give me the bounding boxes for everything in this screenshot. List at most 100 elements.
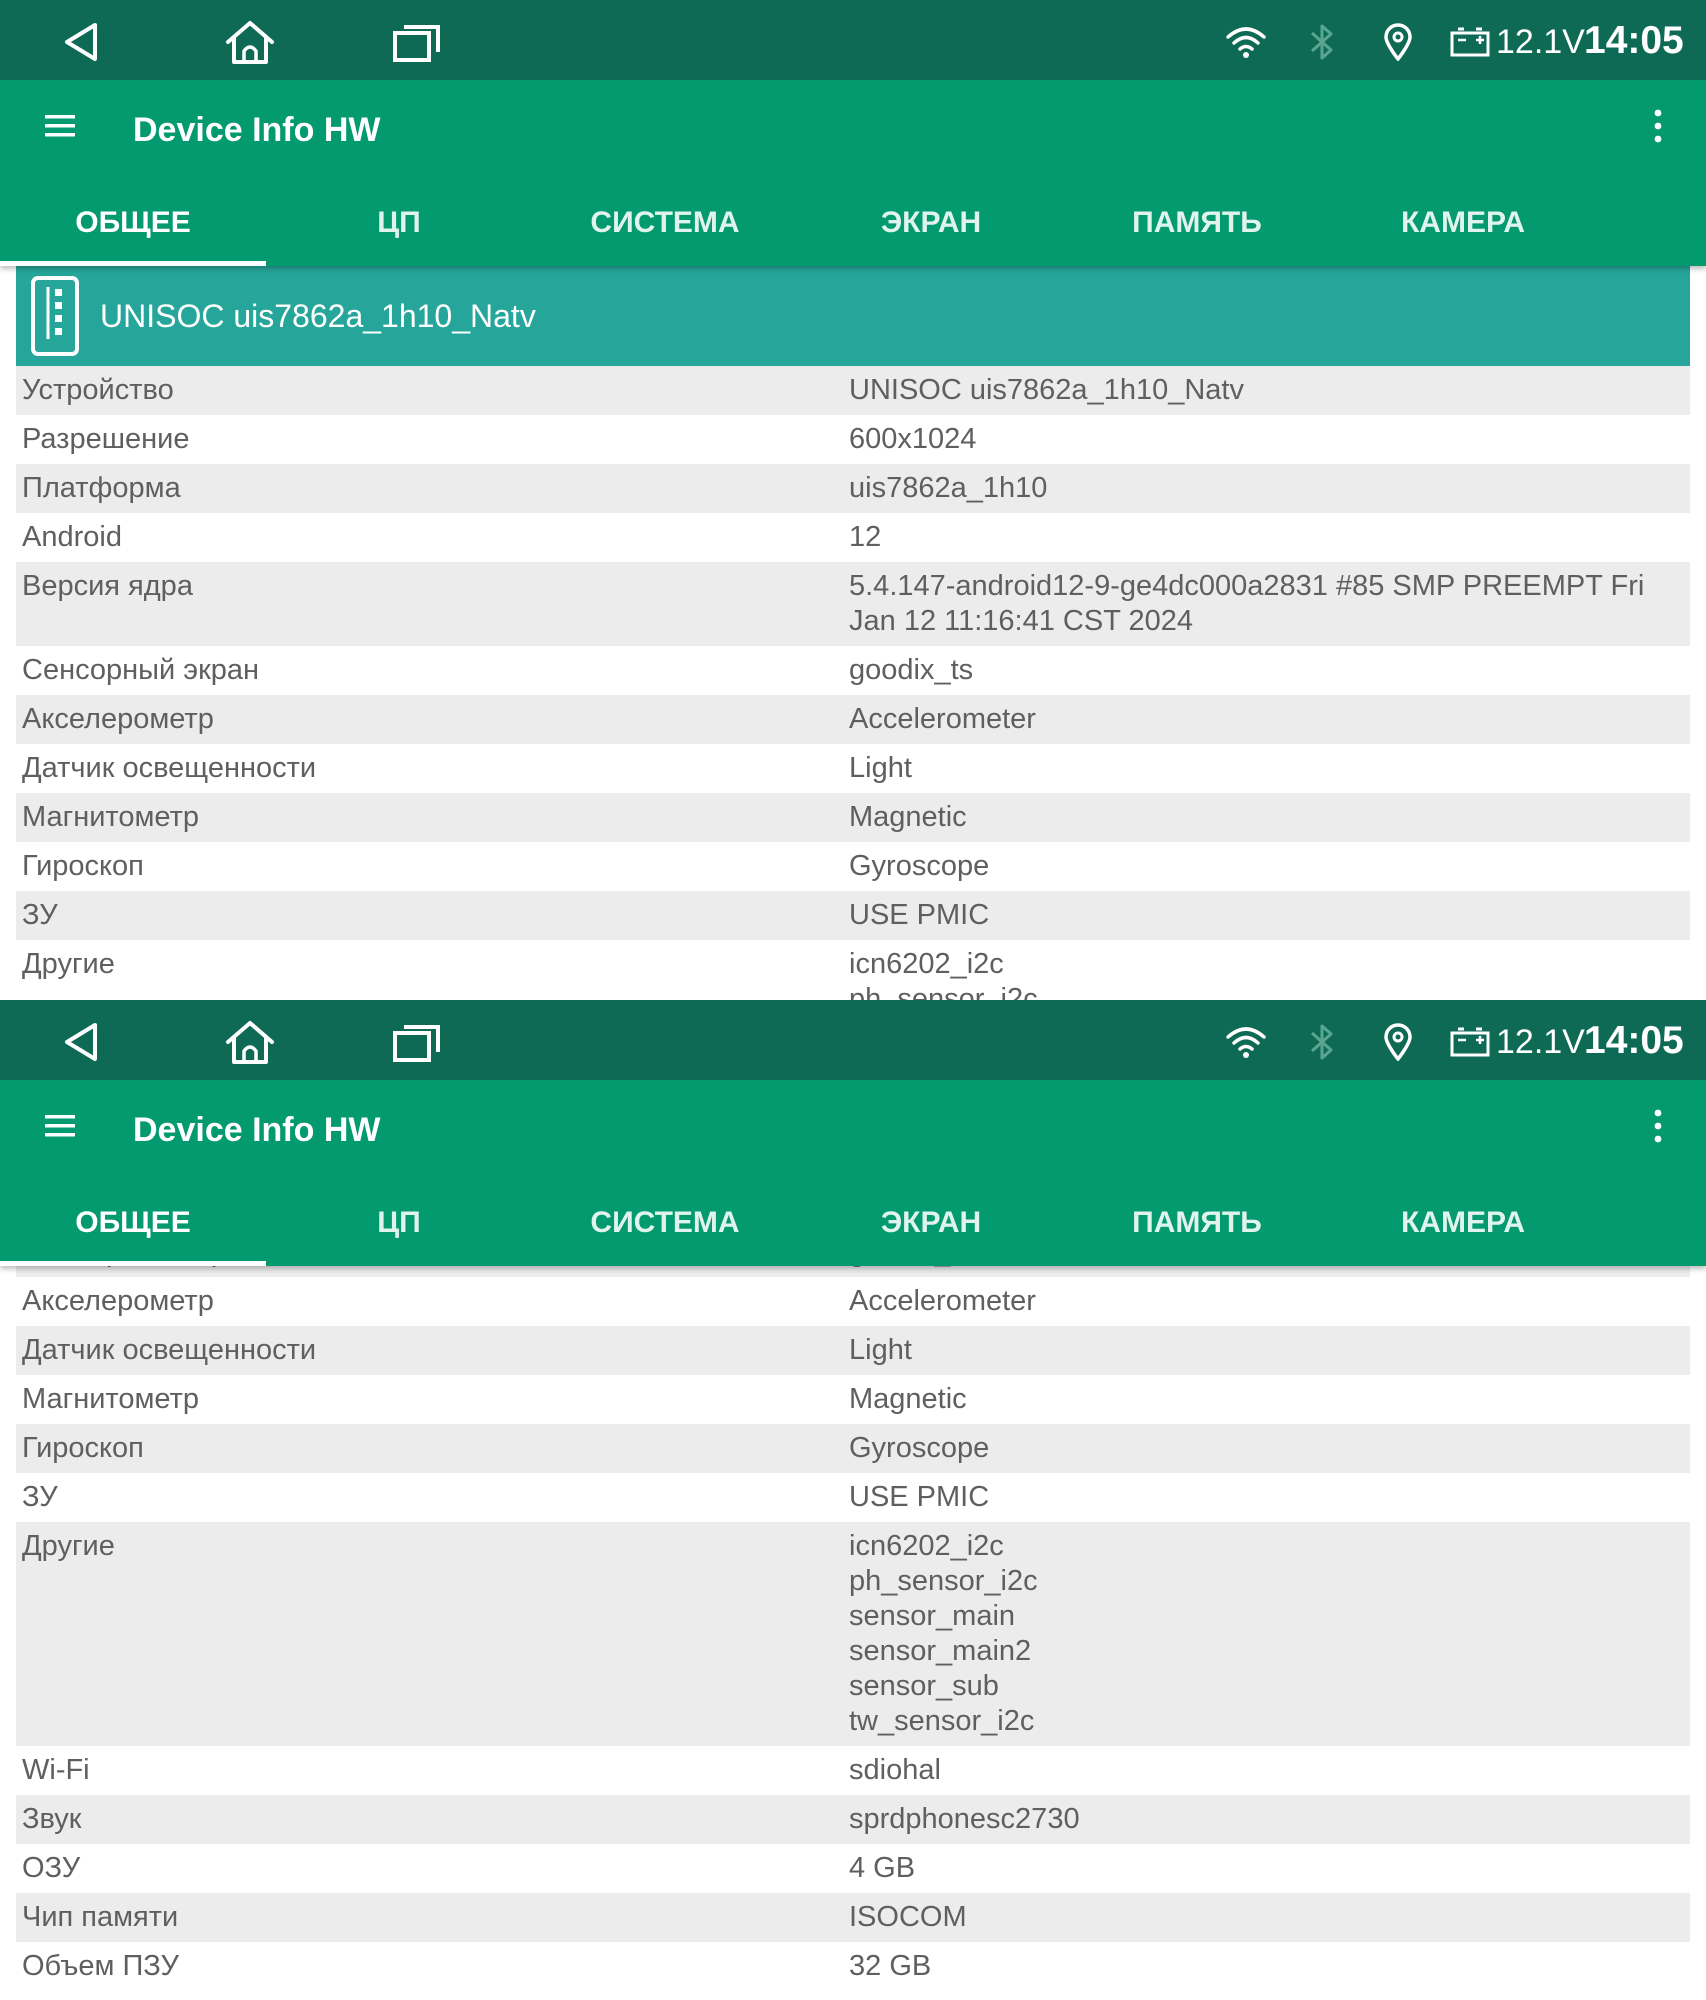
info-row: Датчик освещенности Light: [16, 744, 1690, 793]
info-list[interactable]: Сенсорный экранgoodix_ts Акселерометр Acce…: [16, 1266, 1690, 2000]
info-value-line: ph_sensor_i2c: [849, 983, 1038, 1000]
info-label: Другие: [22, 1530, 115, 1562]
info-value-line: icn6202_i2c: [849, 948, 1004, 980]
info-value-line: tw_sensor_i2c: [849, 1705, 1035, 1737]
tab-system[interactable]: СИСТЕМА: [532, 194, 798, 266]
info-label: Магнитометр: [22, 801, 200, 833]
menu-icon: [45, 115, 75, 137]
info-label: Объем ПЗУ: [22, 1950, 179, 1982]
recents-icon: [393, 1025, 440, 1062]
tab-camera[interactable]: КАМЕРА: [1330, 1194, 1596, 1266]
info-value-line: 4 GB: [849, 1852, 916, 1884]
info-list-inner: Сенсорный экранgoodix_ts Акселерометр Acce…: [16, 1266, 1690, 1991]
info-value: 600x1024: [849, 415, 1690, 464]
info-value-line: Magnetic: [849, 801, 967, 833]
info-value: 12: [849, 513, 1690, 562]
location-icon: [1374, 1018, 1422, 1066]
info-value-line: Gyroscope: [849, 850, 990, 882]
info-rows: Устройство UNISOC uis7862a_1h10_Natv Разре…: [16, 366, 1690, 1000]
info-value-line: UNISOC uis7862a_1h10_Natv: [849, 374, 1244, 406]
info-value: icn6202_i2cph_sensor_i2csensor_mainsenso…: [849, 940, 1690, 1000]
info-value-line: Accelerometer: [849, 1285, 1036, 1317]
info-label: Платформа: [22, 472, 181, 504]
info-value-line: sdiohal: [849, 1754, 941, 1786]
info-row: Акселерометр Accelerometer: [16, 695, 1690, 744]
info-value-line: sensor_main2: [849, 1635, 1032, 1667]
info-value-line: Accelerometer: [849, 703, 1036, 735]
info-row: Датчик освещенности Light: [16, 1326, 1690, 1375]
voltage-readout: 12.1V: [1496, 23, 1585, 61]
info-row: Версия ядра 5.4.147-android12-9-ge4dc000a…: [16, 562, 1690, 646]
info-value: Magnetic: [849, 1375, 1690, 1424]
tab-cpu[interactable]: ЦП: [266, 1194, 532, 1266]
tab-screen[interactable]: ЭКРАН: [798, 1194, 1064, 1266]
info-label: Разрешение: [22, 423, 190, 455]
info-value: UNISOC uis7862a_1h10_Natv: [849, 366, 1690, 415]
info-label: Версия ядра: [22, 570, 193, 602]
info-list[interactable]: UNISOC uis7862a_1h10_Natv Устройство UNISO…: [16, 266, 1690, 1000]
device-icon: [31, 276, 79, 356]
tab-cpu[interactable]: ЦП: [266, 194, 532, 266]
overflow-menu-button[interactable]: [1634, 100, 1682, 152]
info-value-line: USE PMIC: [849, 1481, 990, 1513]
info-value-line: 12: [849, 521, 882, 553]
menu-button[interactable]: [36, 102, 84, 150]
home-button[interactable]: [218, 10, 282, 74]
recents-button[interactable]: [385, 10, 449, 74]
overflow-menu-button[interactable]: [1634, 1100, 1682, 1152]
tab-screen[interactable]: ЭКРАН: [798, 194, 1064, 266]
battery-icon: [1446, 18, 1494, 66]
menu-button[interactable]: [36, 1102, 84, 1150]
bluetooth-icon: [1298, 18, 1346, 66]
app-bar: Device Info HW ОБЩЕЕ ЦП СИСТЕМА ЭКРАН ПАМЯТЬ…: [0, 80, 1706, 266]
back-button[interactable]: [50, 10, 114, 74]
info-row: Другиеicn6202_i2cph_sensor_i2csensor_mai…: [16, 940, 1690, 1000]
tab-system[interactable]: СИСТЕМА: [532, 1194, 798, 1266]
voltage-readout: 12.1V: [1496, 1023, 1585, 1061]
back-button[interactable]: [50, 1010, 114, 1074]
device-header: UNISOC uis7862a_1h10_Natv: [16, 266, 1690, 366]
tab-bar: ОБЩЕЕЦПСИСТЕМАЭКРАНПАМЯТЬКАМЕРАБА: [0, 194, 1706, 266]
battery-icon: [1446, 1018, 1494, 1066]
info-label: Акселерометр: [22, 703, 214, 735]
info-label: Акселерометр: [22, 1285, 214, 1317]
tab-battery[interactable]: БА: [1596, 1194, 1706, 1266]
info-value: Magnetic: [849, 793, 1690, 842]
info-value-line: Light: [849, 1334, 912, 1366]
tab-memory[interactable]: ПАМЯТЬ: [1064, 194, 1330, 266]
info-label: Датчик освещенности: [22, 752, 317, 784]
menu-icon: [45, 1115, 75, 1137]
bluetooth-icon: [1298, 1018, 1346, 1066]
tab-battery[interactable]: БА: [1596, 194, 1706, 266]
info-value: goodix_ts: [849, 1266, 1690, 1277]
info-label: Android: [22, 521, 122, 553]
home-button[interactable]: [218, 1010, 282, 1074]
tab-general[interactable]: ОБЩЕЕ: [0, 1194, 266, 1266]
info-row: Чип памяти ISOCOM: [16, 1893, 1690, 1942]
recents-button[interactable]: [385, 1010, 449, 1074]
info-value-line: ph_sensor_i2c: [849, 1565, 1038, 1597]
info-row: Гироскоп Gyroscope: [16, 1424, 1690, 1473]
tab-general[interactable]: ОБЩЕЕ: [0, 194, 266, 266]
info-row: Устройство UNISOC uis7862a_1h10_Natv: [16, 366, 1690, 415]
info-value: Light: [849, 744, 1690, 793]
overflow-icon: [1654, 109, 1662, 143]
info-label: ОЗУ: [22, 1852, 81, 1884]
info-value-line: ISOCOM: [849, 1901, 967, 1933]
app-bar: Device Info HW ОБЩЕЕ ЦП СИСТЕМА ЭКРАН ПАМЯТЬ…: [0, 1080, 1706, 1266]
info-label: Сенсорный экран: [16, 1266, 849, 1276]
info-value-line: goodix_ts: [849, 1266, 1660, 1270]
tab-memory[interactable]: ПАМЯТЬ: [1064, 1194, 1330, 1266]
info-value: sprdphonesc2730: [849, 1795, 1690, 1844]
tab-camera[interactable]: КАМЕРА: [1330, 194, 1596, 266]
info-value-line: sensor_sub: [849, 1670, 999, 1702]
info-value: goodix_ts: [849, 646, 1690, 695]
app-title: Device Info HW: [133, 111, 381, 149]
info-row: Android 12: [16, 513, 1690, 562]
info-row: Разрешение 600x1024: [16, 415, 1690, 464]
info-value: 4 GB: [849, 1844, 1690, 1893]
info-value: uis7862a_1h10: [849, 464, 1690, 513]
info-list-inner: UNISOC uis7862a_1h10_Natv Устройство UNISO…: [16, 266, 1690, 1000]
info-value-line: goodix_ts: [849, 654, 974, 686]
app-title: Device Info HW: [133, 1111, 381, 1149]
